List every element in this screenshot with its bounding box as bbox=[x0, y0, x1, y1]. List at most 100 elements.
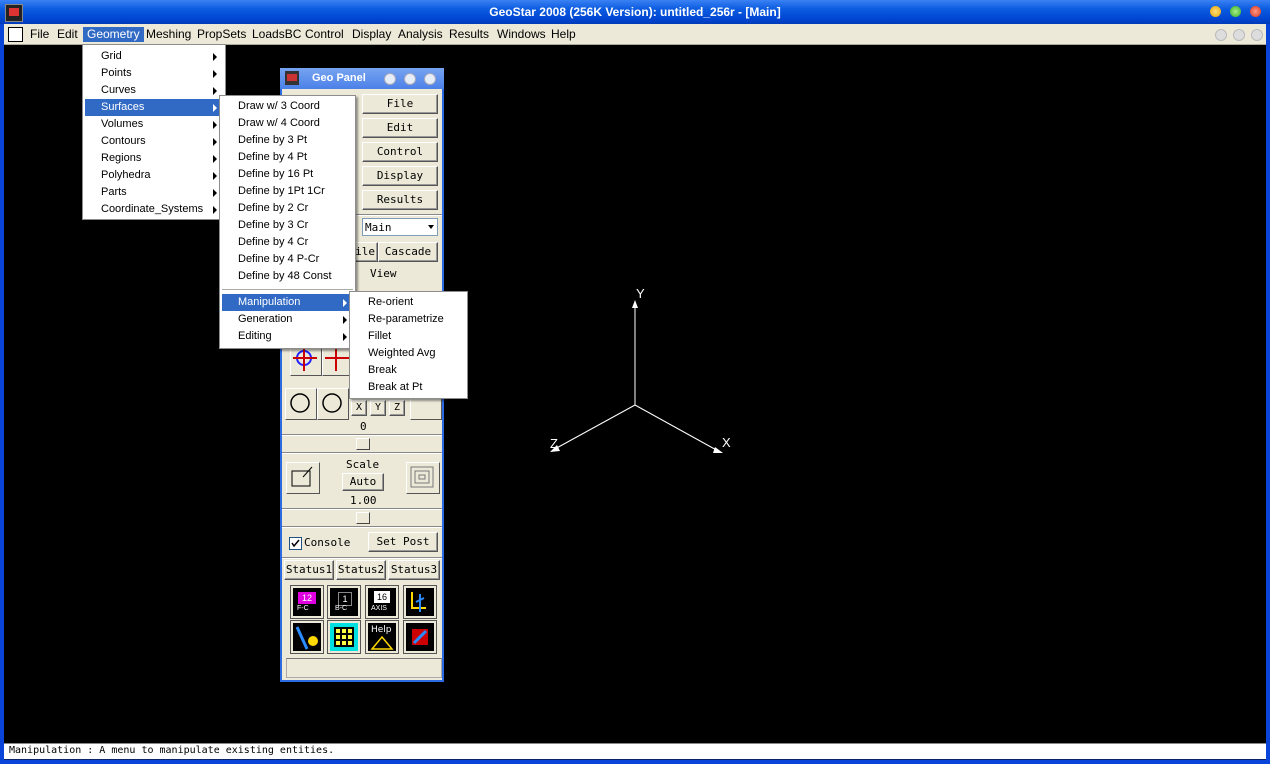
menu-item-weighted-avg[interactable]: Weighted Avg bbox=[352, 345, 465, 362]
rotation-slider-track[interactable] bbox=[282, 434, 442, 436]
menu-item-define-16-pt[interactable]: Define by 16 Pt bbox=[222, 166, 353, 183]
menu-item-regions[interactable]: Regions bbox=[85, 150, 223, 167]
menu-item-draw-4-coord[interactable]: Draw w/ 4 Coord bbox=[222, 115, 353, 132]
geo-panel-close-icon[interactable] bbox=[424, 73, 436, 85]
menu-item-manipulation[interactable]: Manipulation bbox=[222, 294, 353, 311]
menu-item-polyhedra[interactable]: Polyhedra bbox=[85, 167, 223, 184]
menu-item-curves[interactable]: Curves bbox=[85, 82, 223, 99]
geo-panel-maximize-icon[interactable] bbox=[404, 73, 416, 85]
minimize-icon[interactable] bbox=[1210, 6, 1221, 17]
menu-item-label: Editing bbox=[238, 330, 272, 342]
menu-item-editing[interactable]: Editing bbox=[222, 328, 353, 345]
menu-item-surfaces[interactable]: Surfaces bbox=[85, 99, 223, 116]
window-select-value: Main bbox=[365, 221, 392, 234]
scale-slider-thumb[interactable] bbox=[356, 512, 370, 524]
menu-item-define-4-cr[interactable]: Define by 4 Cr bbox=[222, 234, 353, 251]
geo-panel-minimize-icon[interactable] bbox=[384, 73, 396, 85]
hand-select-button[interactable] bbox=[291, 621, 323, 653]
cascade-button[interactable]: Cascade bbox=[378, 242, 438, 262]
display-button[interactable]: Display bbox=[362, 166, 438, 186]
geo-panel-titlebar[interactable]: Geo Panel bbox=[280, 68, 444, 89]
submenu-arrow-icon bbox=[213, 53, 217, 61]
axis-z-button[interactable]: Z bbox=[389, 400, 405, 416]
menu-help[interactable]: Help bbox=[547, 27, 580, 42]
menu-item-points[interactable]: Points bbox=[85, 65, 223, 82]
grid-button[interactable] bbox=[328, 621, 360, 653]
menu-geometry[interactable]: Geometry bbox=[83, 27, 144, 42]
results-button[interactable]: Results bbox=[362, 190, 438, 210]
fc-button[interactable]: 12 F-C bbox=[291, 586, 323, 618]
document-icon[interactable] bbox=[8, 27, 23, 42]
menu-edit[interactable]: Edit bbox=[53, 27, 82, 42]
menu-item-break-at-pt[interactable]: Break at Pt bbox=[352, 379, 465, 396]
rotation-slider-thumb[interactable] bbox=[356, 438, 370, 450]
hand-select-icon bbox=[295, 626, 318, 650]
menu-item-label: Polyhedra bbox=[101, 169, 151, 181]
maximize-icon[interactable] bbox=[1230, 6, 1241, 17]
window-select[interactable]: Main bbox=[362, 218, 438, 236]
axis-y-button[interactable]: Y bbox=[370, 400, 386, 416]
menu-item-generation[interactable]: Generation bbox=[222, 311, 353, 328]
menu-item-fillet[interactable]: Fillet bbox=[352, 328, 465, 345]
rotate-ccw-button[interactable] bbox=[285, 388, 317, 420]
file-button[interactable]: File bbox=[362, 94, 438, 114]
menu-item-label: Grid bbox=[101, 50, 122, 62]
menu-loadsbc[interactable]: LoadsBC bbox=[248, 27, 305, 42]
menu-meshing[interactable]: Meshing bbox=[142, 27, 195, 42]
menu-item-define-48-const[interactable]: Define by 48 Const bbox=[222, 268, 353, 285]
menu-item-coordinate-systems[interactable]: Coordinate_Systems bbox=[85, 201, 223, 218]
bc-button[interactable]: 1 B-C bbox=[328, 586, 360, 618]
edit-button[interactable]: Edit bbox=[362, 118, 438, 138]
menu-analysis[interactable]: Analysis bbox=[394, 27, 447, 42]
menu-results[interactable]: Results bbox=[445, 27, 493, 42]
set-post-button[interactable]: Set Post bbox=[368, 532, 438, 552]
mdi-close-icon[interactable] bbox=[1251, 29, 1263, 41]
mdi-minimize-icon[interactable] bbox=[1215, 29, 1227, 41]
exit-button[interactable] bbox=[404, 621, 436, 653]
console-checkbox[interactable] bbox=[289, 537, 302, 550]
close-icon[interactable] bbox=[1250, 6, 1261, 17]
window-title: GeoStar 2008 (256K Version): untitled_25… bbox=[489, 5, 781, 19]
tab-status1[interactable]: Status1 bbox=[284, 560, 334, 580]
menu-item-break[interactable]: Break bbox=[352, 362, 465, 379]
menu-item-define-3-cr[interactable]: Define by 3 Cr bbox=[222, 217, 353, 234]
menu-propsets[interactable]: PropSets bbox=[193, 27, 250, 42]
menu-separator bbox=[222, 289, 353, 290]
chevron-down-icon[interactable] bbox=[428, 225, 434, 229]
menu-item-define-4-p-cr[interactable]: Define by 4 P-Cr bbox=[222, 251, 353, 268]
menu-file[interactable]: File bbox=[26, 27, 53, 42]
panel-message-field bbox=[286, 658, 442, 678]
auto-scale-button[interactable]: Auto bbox=[342, 473, 384, 491]
mdi-restore-icon[interactable] bbox=[1233, 29, 1245, 41]
tab-status2[interactable]: Status2 bbox=[336, 560, 386, 580]
menu-item-parts[interactable]: Parts bbox=[85, 184, 223, 201]
menu-item-define-3-pt[interactable]: Define by 3 Pt bbox=[222, 132, 353, 149]
menu-item-define-2-cr[interactable]: Define by 2 Cr bbox=[222, 200, 353, 217]
help-button[interactable]: Help bbox=[366, 621, 398, 653]
rotate-cw-button[interactable] bbox=[317, 388, 349, 420]
menu-control[interactable]: Control bbox=[301, 27, 348, 42]
menu-item-define-4-pt[interactable]: Define by 4 Pt bbox=[222, 149, 353, 166]
divider bbox=[282, 452, 442, 454]
menu-item-volumes[interactable]: Volumes bbox=[85, 116, 223, 133]
menu-item-define-1pt-1cr[interactable]: Define by 1Pt 1Cr bbox=[222, 183, 353, 200]
pointer-button[interactable] bbox=[404, 586, 436, 618]
tab-status3[interactable]: Status3 bbox=[388, 560, 440, 580]
status-text: Manipulation : A menu to manipulate exis… bbox=[9, 745, 335, 756]
menu-display[interactable]: Display bbox=[348, 27, 395, 42]
scale-slider-track[interactable] bbox=[282, 508, 442, 510]
menu-item-contours[interactable]: Contours bbox=[85, 133, 223, 150]
axis-button[interactable]: 16 AXIS bbox=[366, 586, 398, 618]
menu-item-re-parametrize[interactable]: Re-parametrize bbox=[352, 311, 465, 328]
fit-button[interactable] bbox=[406, 462, 440, 494]
submenu-arrow-icon bbox=[213, 155, 217, 163]
control-button[interactable]: Control bbox=[362, 142, 438, 162]
menu-item-grid[interactable]: Grid bbox=[85, 48, 223, 65]
menu-windows[interactable]: Windows bbox=[493, 27, 550, 42]
menu-item-draw-3-coord[interactable]: Draw w/ 3 Coord bbox=[222, 98, 353, 115]
scale-box-button[interactable] bbox=[286, 462, 320, 494]
menu-item-re-orient[interactable]: Re-orient bbox=[352, 294, 465, 311]
axis-x-button[interactable]: X bbox=[351, 400, 367, 416]
submenu-arrow-icon bbox=[213, 104, 217, 112]
menu-item-label: Parts bbox=[101, 186, 127, 198]
